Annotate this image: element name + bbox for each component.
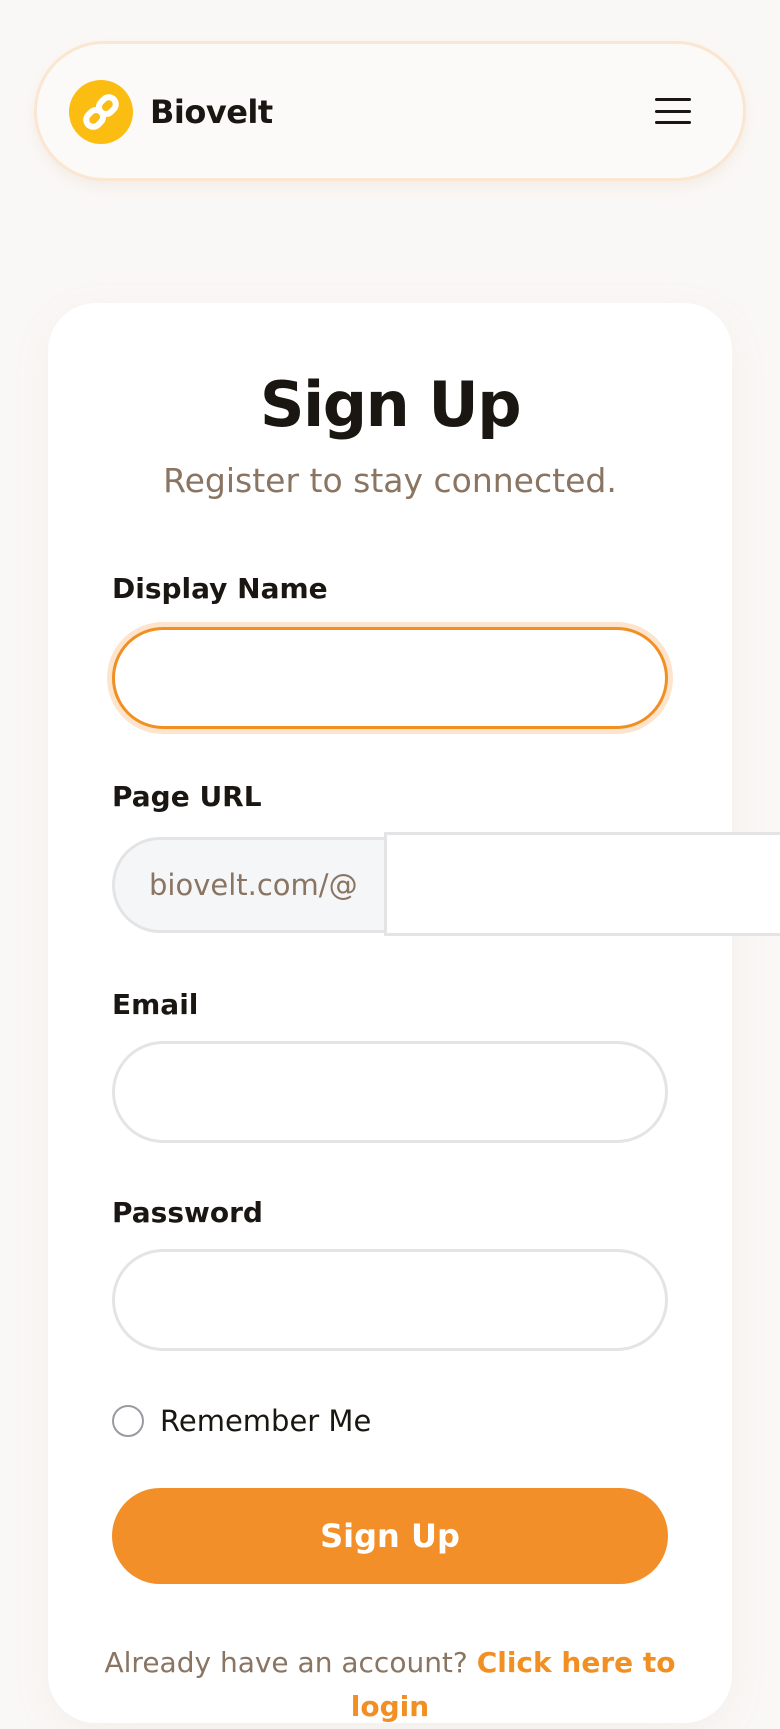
remember-me-label[interactable]: Remember Me xyxy=(160,1401,371,1441)
menu-bar xyxy=(655,109,691,113)
page-url-input[interactable] xyxy=(384,832,780,936)
hamburger-menu-icon[interactable] xyxy=(655,97,691,125)
logo[interactable] xyxy=(69,80,133,144)
email-label: Email xyxy=(112,988,199,1021)
email-input[interactable] xyxy=(112,1041,668,1143)
signup-card: Sign Up Register to stay connected. Disp… xyxy=(48,303,780,1723)
page-url-label: Page URL xyxy=(112,780,262,813)
menu-bar xyxy=(655,121,691,124)
sign-up-button[interactable]: Sign Up xyxy=(112,1488,668,1584)
display-name-input[interactable] xyxy=(112,627,668,729)
brand-name[interactable]: Biovelt xyxy=(150,90,273,134)
login-prompt-text: Already have an account? xyxy=(104,1646,468,1679)
page-subtitle: Register to stay connected. xyxy=(163,461,617,500)
password-label: Password xyxy=(112,1196,263,1229)
link-icon xyxy=(83,94,119,130)
page-title: Sign Up xyxy=(259,368,522,441)
display-name-label: Display Name xyxy=(112,572,328,605)
page-url-prefix: biovelt.com/@ xyxy=(112,837,384,933)
menu-bar xyxy=(655,98,691,101)
top-navbar: Biovelt xyxy=(34,41,746,181)
remember-me-checkbox[interactable] xyxy=(112,1405,144,1437)
login-prompt: Already have an account? Click here to l… xyxy=(88,1641,692,1729)
password-input[interactable] xyxy=(112,1249,668,1351)
